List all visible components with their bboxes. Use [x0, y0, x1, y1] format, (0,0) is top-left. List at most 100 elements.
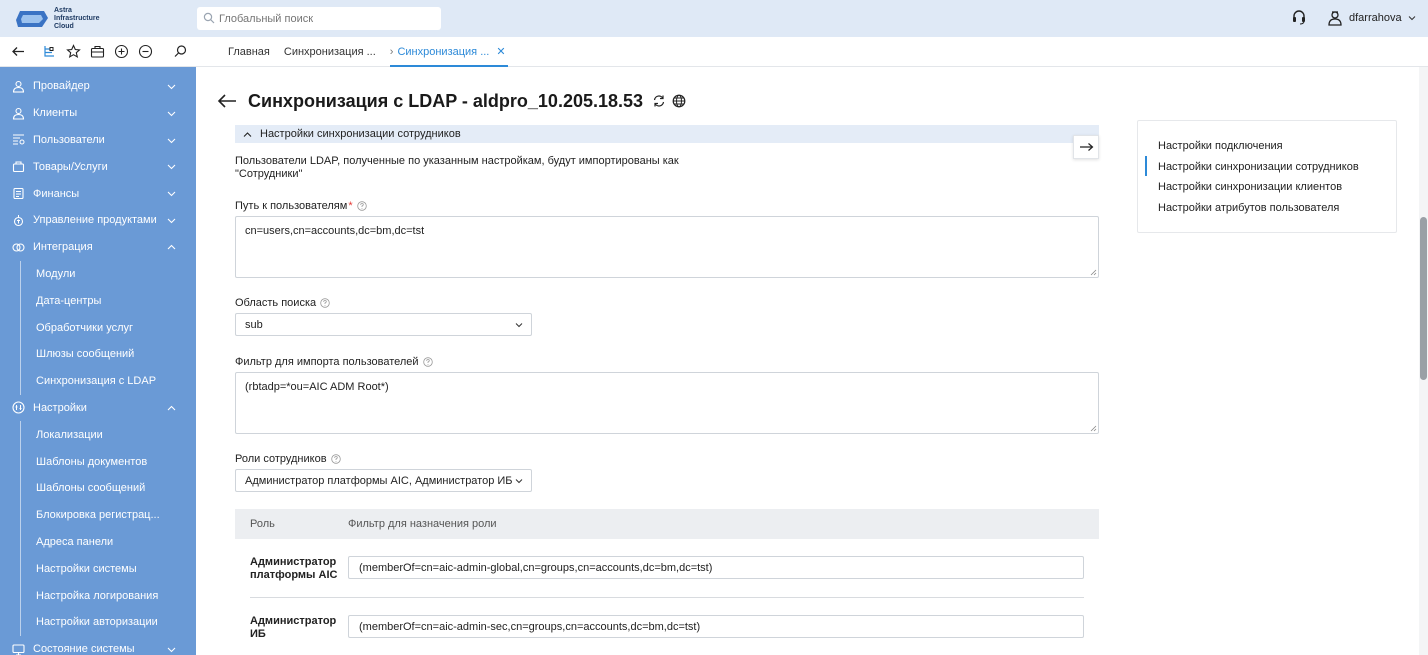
clients-icon — [12, 107, 25, 120]
users-path-label: Путь к пользователям * — [235, 200, 367, 212]
chevron-up-icon — [167, 244, 176, 250]
arrow-right-icon — [1079, 143, 1093, 151]
user-icon — [1328, 11, 1342, 26]
sidebar: Провайдер Клиенты Пользователи Товары/Ус… — [0, 67, 196, 655]
sync-icon[interactable] — [652, 94, 666, 108]
toc-item-user-attributes[interactable]: Настройки атрибутов пользователя — [1158, 202, 1339, 214]
users-path-textarea[interactable]: cn=users,cn=accounts,dc=bm,dc=tst — [235, 216, 1099, 278]
user-name: dfarrahova — [1349, 12, 1402, 24]
import-filter-label: Фильтр для импорта пользователей — [235, 356, 433, 368]
chevron-down-icon — [167, 191, 176, 197]
global-search[interactable] — [197, 7, 441, 30]
page-header: Синхронизация с LDAP - aldpro_10.205.18.… — [217, 89, 686, 113]
role-name: Администратор платформы AIC — [250, 556, 338, 581]
logo-mark-icon — [16, 11, 48, 27]
star-icon[interactable] — [66, 44, 81, 59]
column-header-role: Роль — [250, 518, 275, 530]
minus-circle-icon[interactable] — [138, 44, 153, 59]
tab-home[interactable]: Главная — [228, 37, 270, 67]
role-filter-input[interactable]: (memberOf=cn=aic-admin-global,cn=groups,… — [348, 556, 1084, 579]
sidebar-subitem-modules[interactable]: Модули — [0, 260, 196, 288]
resize-grip-icon[interactable] — [1090, 269, 1097, 276]
sidebar-item-products[interactable]: Управление продуктами — [0, 207, 196, 234]
sidebar-subitem-datacenters[interactable]: Дата-центры — [0, 287, 196, 314]
tab-ldap-sync-list[interactable]: Синхронизация ... — [284, 37, 376, 67]
finance-icon — [13, 188, 24, 200]
sidebar-item-settings[interactable]: Настройки — [0, 395, 196, 422]
sidebar-item-integration[interactable]: Интеграция — [0, 234, 196, 261]
employee-roles-select[interactable]: Администратор платформы AIC, Администрат… — [235, 469, 532, 492]
plus-circle-icon[interactable] — [114, 44, 129, 59]
sidebar-item-goods[interactable]: Товары/Услуги — [0, 153, 196, 180]
close-icon[interactable]: ✕ — [496, 46, 505, 58]
app-logo[interactable]: Astra Infrastructure Cloud — [14, 6, 114, 32]
toc-item-client-sync[interactable]: Настройки синхронизации клиентов — [1158, 181, 1342, 193]
role-filter-input[interactable]: (memberOf=cn=aic-admin-sec,cn=groups,cn=… — [348, 615, 1084, 638]
active-indicator — [1145, 156, 1147, 176]
chevron-down-icon — [167, 84, 176, 90]
chevron-down-icon — [515, 479, 523, 484]
table-header: Роль Фильтр для назначения роли — [235, 509, 1099, 539]
sidebar-item-provider[interactable]: Провайдер — [0, 73, 196, 100]
sidebar-subitem-message-templates[interactable]: Шаблоны сообщений — [0, 474, 196, 502]
sidebar-subitem-logging-settings[interactable]: Настройка логирования — [0, 582, 196, 609]
search-icon[interactable] — [173, 44, 188, 59]
sidebar-subitem-document-templates[interactable]: Шаблоны документов — [0, 448, 196, 475]
tab-ldap-sync-current[interactable]: › Синхронизация ... ✕ — [389, 37, 508, 67]
page-title: Синхронизация с LDAP - aldpro_10.205.18.… — [248, 90, 644, 111]
tree-icon[interactable] — [42, 44, 57, 59]
tab-bar: Главная Синхронизация ... › Синхронизация… — [228, 37, 522, 67]
scrollbar-thumb[interactable] — [1420, 217, 1427, 380]
chevron-down-icon — [167, 111, 176, 117]
sidebar-subitem-localizations[interactable]: Локализации — [0, 421, 196, 448]
toc-item-connection[interactable]: Настройки подключения — [1158, 140, 1283, 152]
help-icon[interactable] — [422, 357, 433, 367]
globe-icon[interactable] — [672, 94, 686, 108]
sidebar-subitem-panel-addresses[interactable]: Адреса панели — [0, 528, 196, 556]
chevron-down-icon — [167, 165, 176, 170]
search-scope-select[interactable]: sub — [235, 313, 532, 336]
back-arrow-icon[interactable] — [217, 94, 237, 108]
help-icon[interactable] — [330, 454, 341, 464]
toc-item-employee-sync[interactable]: Настройки синхронизации сотрудников — [1158, 161, 1359, 173]
search-scope-label: Область поиска — [235, 297, 330, 309]
settings-icon — [12, 401, 25, 415]
chevron-up-icon — [243, 131, 252, 137]
monitor-icon — [12, 644, 25, 655]
tab-separator: › — [389, 46, 394, 58]
section-navigation: Настройки подключения Настройки синхрони… — [1137, 120, 1397, 233]
section-description: Пользователи LDAP, полученные по указанн… — [235, 155, 679, 180]
sidebar-subitem-message-gateways[interactable]: Шлюзы сообщений — [0, 340, 196, 368]
user-menu[interactable]: dfarrahova — [1327, 9, 1416, 27]
resize-grip-icon[interactable] — [1090, 425, 1097, 432]
table-row: Администратор платформы AIC (memberOf=cn… — [235, 539, 1099, 597]
help-icon[interactable] — [320, 298, 330, 308]
sidebar-item-finance[interactable]: Финансы — [0, 180, 196, 207]
table-row: Администратор ИБ (memberOf=cn=aic-admin-… — [250, 597, 1084, 655]
integration-icon — [12, 243, 25, 252]
sidebar-subitem-auth-settings[interactable]: Настройки авторизации — [0, 608, 196, 636]
section-header-employee-sync[interactable]: Настройки синхронизации сотрудников — [235, 125, 1099, 143]
briefcase-icon[interactable] — [90, 44, 105, 59]
scrollbar[interactable] — [1419, 67, 1428, 655]
sidebar-item-users[interactable]: Пользователи — [0, 127, 196, 154]
chevron-down-icon — [167, 138, 176, 143]
main-content: Синхронизация с LDAP - aldpro_10.205.18.… — [197, 67, 1428, 655]
global-search-input[interactable] — [219, 10, 429, 27]
sidebar-subitem-registration-block[interactable]: Блокировка регистрац... — [0, 501, 196, 529]
sidebar-item-system-state[interactable]: Состояние системы — [0, 636, 196, 655]
roles-filter-table: Роль Фильтр для назначения роли Админист… — [235, 509, 1099, 655]
help-icon[interactable] — [356, 201, 367, 211]
chevron-down-icon — [1408, 16, 1415, 21]
import-filter-textarea[interactable]: (rbtadp=*ou=AIC ADM Root*) — [235, 372, 1099, 434]
chevron-up-icon — [167, 405, 176, 410]
chevron-down-icon — [515, 323, 523, 328]
back-icon[interactable] — [11, 44, 26, 59]
expand-button[interactable] — [1073, 135, 1099, 159]
headset-icon[interactable] — [1291, 9, 1307, 25]
sidebar-subitem-service-handlers[interactable]: Обработчики услуг — [0, 314, 196, 341]
sidebar-subitem-ldap-sync[interactable]: Синхронизация с LDAP — [0, 367, 196, 395]
top-bar: Astra Infrastructure Cloud dfarrahova — [0, 0, 1428, 37]
sidebar-subitem-system-settings[interactable]: Настройки системы — [0, 555, 196, 582]
sidebar-item-clients[interactable]: Клиенты — [0, 100, 196, 127]
